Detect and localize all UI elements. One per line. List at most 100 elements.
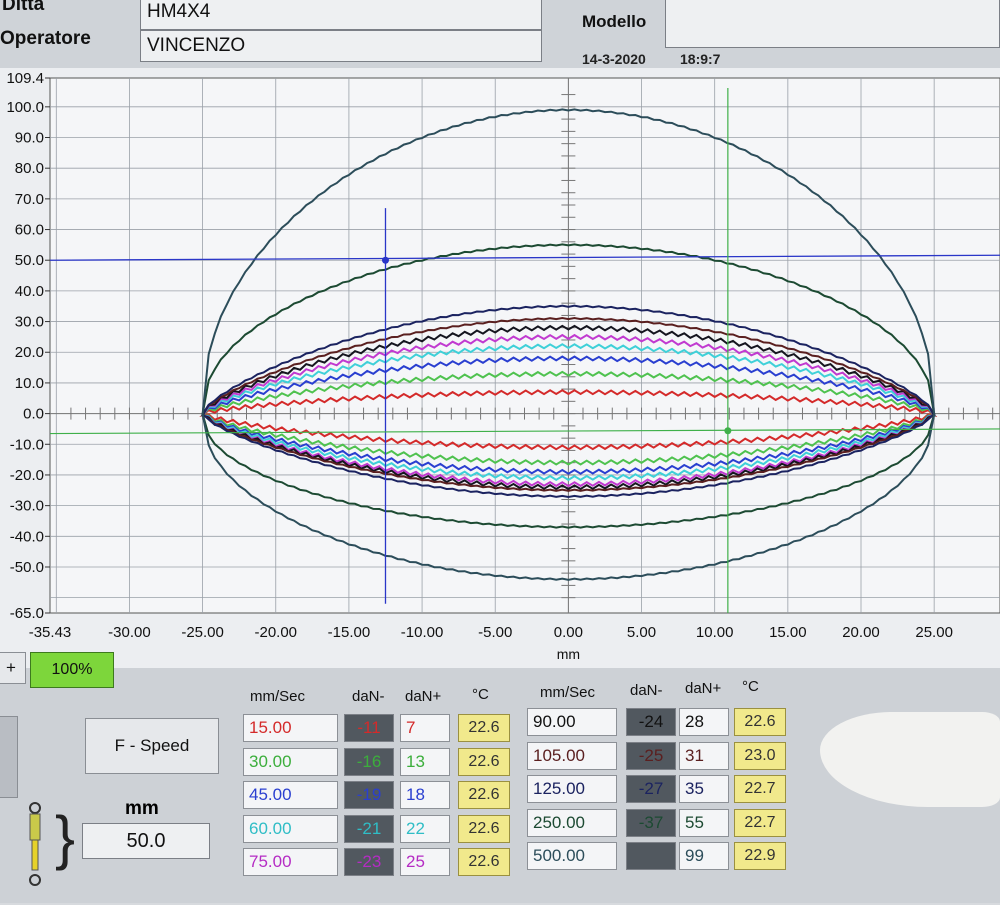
brace-icon: } [55,804,76,871]
y-tick-label: 70.0 [15,191,44,208]
x-tick-label: -20.00 [254,624,297,641]
ditta-field[interactable]: HM4X4 [140,0,542,30]
left-speed-cell: 75.00 [243,848,338,876]
left-dn-minus-cell: -23 [344,848,394,876]
left-speed-cell: 60.00 [243,814,338,843]
x-tick-label: -35.43 [29,624,72,641]
right-speed-cell: 90.00 [527,708,617,736]
ditta-label: Ditta [2,0,45,15]
cursor-point-green [724,427,732,435]
right-temp-cell: 23.0 [734,741,786,770]
operatore-field[interactable]: VINCENZO [140,30,542,62]
time-display: 18:9:7 [680,51,721,67]
y-tick-label: -10.0 [10,436,44,453]
right-temp-cell: 22.7 [734,775,786,803]
left-dn-plus-cell: 25 [400,848,450,876]
left-speed-cell: 30.00 [243,747,338,776]
left-dn-plus-cell: 13 [400,747,450,776]
right-speed-cell: 125.00 [527,775,617,803]
left-panel-button[interactable] [0,716,18,798]
left-dn-minus-cell: -16 [344,747,394,776]
fspeed-button[interactable]: F - Speed [85,718,219,774]
force-displacement-chart: 109.4 100.0 90.0 80.0 70.0 60.0 50.0 40.0 30.0 20… [0,68,1000,668]
right-temp-cell: 22.7 [734,808,786,837]
speed-header-left: mm/Sec [250,688,306,705]
y-tick-label: 40.0 [15,283,44,300]
dn-plus-header-right: daN+ [685,680,722,697]
right-temp-cell: 22.9 [734,842,786,870]
x-tick-label: 0.00 [554,624,583,641]
dn-plus-header-left: daN+ [405,688,442,705]
right-dn-plus-cell: 99 [679,842,729,870]
left-temp-cell: 22.6 [458,747,510,776]
x-axis-label: mm [557,646,580,662]
header-bar: Ditta HM4X4 Operatore VINCENZO Modello 1… [0,0,1000,70]
left-temp-cell: 22.6 [458,814,510,843]
y-tick-label: 100.0 [6,99,44,116]
zoom-level-button[interactable]: 100% [30,652,114,688]
left-temp-cell: 22.6 [458,714,510,742]
right-speed-cell: 500.00 [527,842,617,870]
y-tick-label: -40.0 [10,528,44,545]
y-tick-label: 20.0 [15,344,44,361]
right-dn-plus-cell: 55 [679,808,729,837]
left-dn-plus-cell: 18 [400,781,450,809]
left-speed-cell: 15.00 [243,714,338,742]
date-display: 14-3-2020 [582,51,646,67]
mm-input[interactable]: 50.0 [82,823,210,859]
modello-label: Modello [582,12,647,31]
x-tick-label: 25.00 [915,624,953,641]
left-dn-minus-cell: -21 [344,814,394,843]
right-dn-minus-cell: -37 [626,808,676,837]
dn-minus-header-left: daN- [352,688,385,705]
x-tick-label: 10.00 [696,624,734,641]
y-tick-label: 90.0 [15,130,44,147]
mm-label: mm [125,798,159,819]
chart-svg: 109.4 100.0 90.0 80.0 70.0 60.0 50.0 40.0 30.0 20… [6,70,1000,662]
right-dn-plus-cell: 28 [679,708,729,736]
temp-header-right: °C [742,678,759,695]
cursor-point-blue [381,256,389,264]
y-tick-label: -30.0 [10,498,44,515]
y-tick-label: 50.0 [15,252,44,269]
left-temp-cell: 22.6 [458,781,510,809]
speed-header-right: mm/Sec [540,684,596,701]
left-dn-minus-cell: -19 [344,781,394,809]
x-tick-label: -15.00 [328,624,371,641]
left-speed-cell: 45.00 [243,781,338,809]
x-tick-label: 15.00 [769,624,807,641]
right-dn-plus-cell: 31 [679,741,729,770]
right-dn-plus-cell: 35 [679,775,729,803]
right-speed-cell: 105.00 [527,741,617,770]
right-speed-cell: 250.00 [527,808,617,837]
zoom-plus-button[interactable]: + [0,652,26,684]
x-tick-label: -10.00 [401,624,444,641]
y-tick-label: 80.0 [15,160,44,177]
left-dn-plus-cell: 22 [400,814,450,843]
left-dn-plus-cell: 7 [400,714,450,742]
dn-minus-header-right: daN- [630,682,663,699]
y-tick-label: 10.0 [15,375,44,392]
right-temp-cell: 22.6 [734,708,786,736]
y-tick-label: -50.0 [10,559,44,576]
right-dn-minus-cell: -25 [626,741,676,770]
left-temp-cell: 22.6 [458,848,510,876]
left-dn-minus-cell: -11 [344,714,394,742]
right-dn-minus-cell: -27 [626,775,676,803]
x-tick-label: 20.00 [842,624,880,641]
x-tick-label: -25.00 [181,624,224,641]
y-tick-label: 30.0 [15,314,44,331]
operatore-label: Operatore [0,28,91,49]
y-tick-label: 0.0 [23,406,44,423]
modello-field[interactable] [665,0,1000,48]
temp-header-left: °C [472,686,489,703]
y-tick-label: 60.0 [15,222,44,239]
x-tick-label: -5.00 [478,624,512,641]
x-tick-label: 5.00 [627,624,656,641]
right-dn-minus-cell [626,842,676,870]
y-tick-label: 109.4 [6,70,44,87]
right-dn-minus-cell: -24 [626,708,676,736]
y-tick-label: -20.0 [10,467,44,484]
damper-icon [20,800,50,900]
y-tick-label: -65.0 [10,605,44,622]
